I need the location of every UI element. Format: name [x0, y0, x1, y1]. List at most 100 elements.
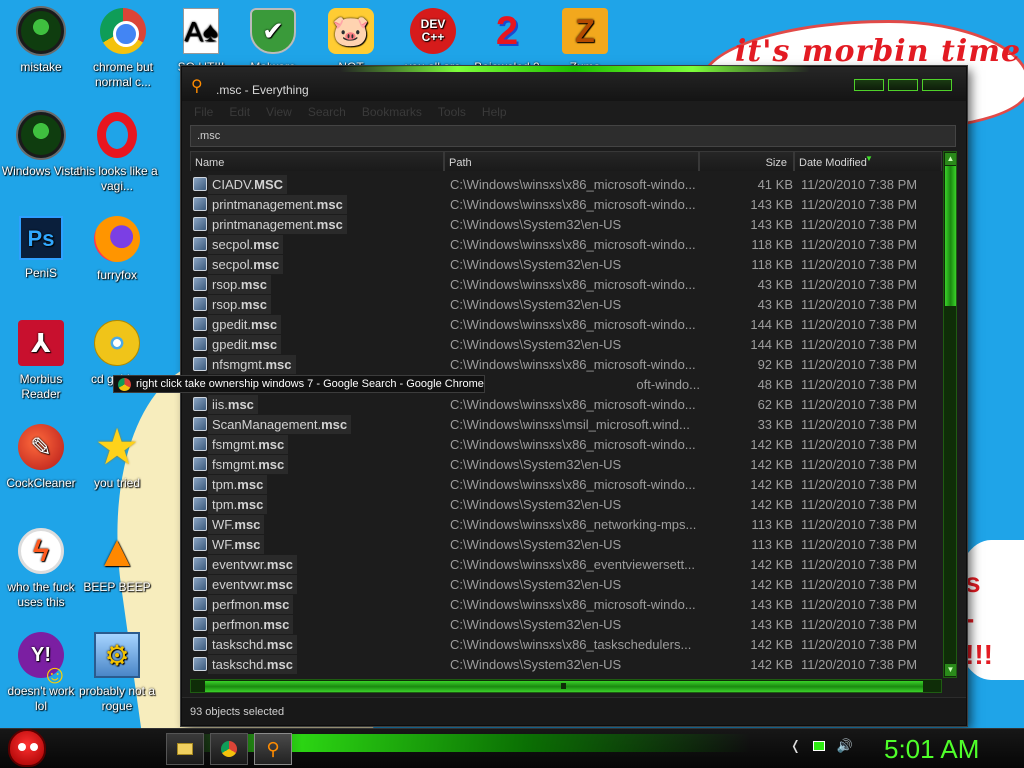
- search-input[interactable]: .msc: [190, 125, 956, 147]
- scroll-up-icon[interactable]: ▲: [945, 153, 956, 165]
- desktop-icon[interactable]: ⅄ Morbius Reader: [0, 320, 82, 402]
- file-name: eventvwr.msc: [208, 555, 297, 574]
- table-row[interactable]: WF.msc C:\Windows\System32\en-US 113 KB 11/…: [190, 534, 942, 554]
- table-row[interactable]: printmanagement.msc C:\Windows\winsxs\x86…: [190, 194, 942, 214]
- desktop-icon[interactable]: Y!doesn't work lol: [0, 632, 82, 714]
- file-name-ext: msc: [227, 397, 254, 412]
- menu-edit[interactable]: Edit: [229, 105, 250, 119]
- table-row[interactable]: tpm.msc C:\Windows\System32\en-US 142 KB 11…: [190, 494, 942, 514]
- menu-help[interactable]: Help: [482, 105, 507, 119]
- gear-icon: ⚙: [94, 632, 140, 678]
- column-path[interactable]: Path: [444, 151, 699, 171]
- table-row[interactable]: tpm.msc C:\Windows\winsxs\x86_microsoft-w…: [190, 474, 942, 494]
- table-row[interactable]: eventvwr.msc C:\Windows\System32\en-US 142…: [190, 574, 942, 594]
- volume-icon[interactable]: 🔊: [837, 738, 853, 754]
- table-row[interactable]: perfmon.msc C:\Windows\winsxs\x86_microso…: [190, 594, 942, 614]
- table-row[interactable]: fsmgmt.msc C:\Windows\System32\en-US 142 K…: [190, 454, 942, 474]
- file-path: C:\Windows\System32\en-US: [450, 217, 622, 232]
- horizontal-scrollbar[interactable]: [190, 679, 942, 693]
- network-icon[interactable]: [812, 741, 825, 751]
- file-size: 118 KB: [751, 237, 793, 252]
- table-row[interactable]: secpol.msc C:\Windows\winsxs\x86_microsof…: [190, 234, 942, 254]
- desktop-icon[interactable]: ϟ who the fuck uses this: [0, 528, 82, 610]
- file-path: C:\Windows\System32\en-US: [450, 457, 622, 472]
- close-button[interactable]: [922, 79, 952, 91]
- table-row[interactable]: rsop.msc C:\Windows\System32\en-US 43 KB 11…: [190, 294, 942, 314]
- taskbar-chrome-button[interactable]: [210, 733, 248, 765]
- scroll-down-icon[interactable]: ▼: [945, 664, 956, 676]
- title-bar[interactable]: ⚲ .msc - Everything: [182, 67, 966, 101]
- desktop-icon[interactable]: furryfox: [76, 216, 158, 283]
- table-row[interactable]: fsmgmt.msc C:\Windows\winsxs\x86_microsof…: [190, 434, 942, 454]
- desktop-icon-label: Windows Vista: [1, 164, 81, 178]
- desktop-icon[interactable]: 🐷NOT: [310, 8, 392, 75]
- file-icon: [193, 317, 207, 331]
- desktop-icon[interactable]: DEV C++you all are: [392, 8, 474, 75]
- vertical-scrollbar[interactable]: ▲ ▼: [943, 151, 957, 678]
- table-row[interactable]: secpol.msc C:\Windows\System32\en-US 118 K…: [190, 254, 942, 274]
- column-size[interactable]: Size: [699, 151, 794, 171]
- table-row[interactable]: gpedit.msc C:\Windows\winsxs\x86_microsof…: [190, 314, 942, 334]
- desktop-icon[interactable]: 2Bejeweled 2: [466, 8, 548, 75]
- table-row[interactable]: taskschd.msc C:\Windows\winsxs\x86_tasksc…: [190, 634, 942, 654]
- taskbar-everything-button[interactable]: ⚲: [254, 733, 292, 765]
- menu-view[interactable]: View: [266, 105, 292, 119]
- desktop-icon[interactable]: chrome but normal c...: [82, 8, 164, 90]
- menu-bookmarks[interactable]: Bookmarks: [362, 105, 422, 119]
- file-name: fsmgmt.msc: [208, 455, 289, 474]
- table-row[interactable]: eventvwr.msc C:\Windows\winsxs\x86_eventv…: [190, 554, 942, 574]
- star-icon: ★: [94, 418, 140, 475]
- desktop-icon[interactable]: ⚙ probably not a rogue: [76, 632, 158, 714]
- cc-icon: ✎: [18, 424, 64, 470]
- file-date: 11/20/2010 7:38 PM: [801, 357, 918, 372]
- file-path: C:\Windows\winsxs\x86_microsoft-windo...: [450, 277, 696, 292]
- window-title: .msc - Everything: [216, 83, 309, 97]
- table-row[interactable]: iis.msc C:\Windows\winsxs\x86_microsoft-w…: [190, 394, 942, 414]
- menu-file[interactable]: File: [194, 105, 213, 119]
- desktop-icon[interactable]: ZZuma: [544, 8, 626, 75]
- desktop-icon[interactable]: ▲ BEEP BEEP: [76, 528, 158, 595]
- column-date-modified[interactable]: Date Modified ▼: [794, 151, 942, 171]
- file-name-stem: tpm.: [212, 497, 238, 512]
- table-row[interactable]: CIADV.MSC C:\Windows\winsxs\x86_microsoft…: [190, 174, 942, 194]
- desktop-icon[interactable]: ★ you tried: [76, 418, 158, 491]
- wallpaper-text: it's morbin time: [735, 34, 1022, 69]
- search-icon: ⚲: [191, 78, 203, 95]
- file-icon: [193, 497, 207, 511]
- file-name-ext: msc: [263, 617, 290, 632]
- show-hidden-icons-icon[interactable]: ❬: [790, 738, 801, 754]
- column-name[interactable]: Name: [190, 151, 444, 171]
- table-row[interactable]: WF.msc C:\Windows\winsxs\x86_networking-m…: [190, 514, 942, 534]
- desktop-icon[interactable]: mistake: [0, 8, 82, 75]
- desktop-icon[interactable]: Windows Vista: [0, 112, 82, 179]
- table-row[interactable]: nfsmgmt.msc C:\Windows\winsxs\x86_microso…: [190, 354, 942, 374]
- desktop-icon[interactable]: Ps PeniS: [0, 216, 82, 281]
- desktop-icon[interactable]: this looks like a vagi...: [76, 112, 158, 194]
- file-date: 11/20/2010 7:38 PM: [801, 517, 918, 532]
- vertical-scroll-thumb[interactable]: [945, 166, 956, 306]
- desktop-icon[interactable]: ✎ CockCleaner: [0, 424, 82, 491]
- desktop-icon[interactable]: ✔Malware: [232, 8, 314, 75]
- file-name: rsop.msc: [208, 275, 271, 294]
- table-row[interactable]: printmanagement.msc C:\Windows\System32\e…: [190, 214, 942, 234]
- minimize-button[interactable]: [854, 79, 884, 91]
- file-icon: [193, 517, 207, 531]
- menu-tools[interactable]: Tools: [438, 105, 466, 119]
- file-path: C:\Windows\winsxs\x86_networking-mps...: [450, 517, 697, 532]
- file-size: 144 KB: [750, 337, 793, 352]
- maximize-button[interactable]: [888, 79, 918, 91]
- desktop-icon[interactable]: A♠SO UT!!!: [160, 8, 242, 75]
- file-name-stem: tpm.: [212, 477, 238, 492]
- file-icon: [193, 437, 207, 451]
- table-row[interactable]: taskschd.msc C:\Windows\System32\en-US 142…: [190, 654, 942, 674]
- clock[interactable]: 5:01 AM: [884, 734, 979, 765]
- table-row[interactable]: perfmon.msc C:\Windows\System32\en-US 143 …: [190, 614, 942, 634]
- taskbar-explorer-button[interactable]: [166, 733, 204, 765]
- file-name-stem: taskschd.: [212, 657, 267, 672]
- menu-search[interactable]: Search: [308, 105, 346, 119]
- file-name-ext: msc: [266, 557, 293, 572]
- table-row[interactable]: gpedit.msc C:\Windows\System32\en-US 144 K…: [190, 334, 942, 354]
- table-row[interactable]: ScanManagement.msc C:\Windows\winsxs\msil…: [190, 414, 942, 434]
- start-button[interactable]: [8, 729, 46, 767]
- table-row[interactable]: rsop.msc C:\Windows\winsxs\x86_microsoft-…: [190, 274, 942, 294]
